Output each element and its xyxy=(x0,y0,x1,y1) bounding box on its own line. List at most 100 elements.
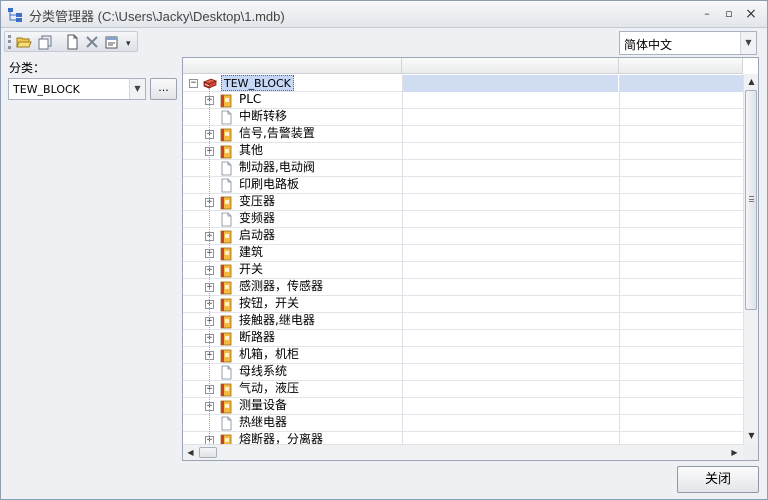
tree-cell: + 开关 xyxy=(183,262,402,279)
tree-cell-col2 xyxy=(402,330,618,347)
tree-row[interactable]: 制动器,电动阀 xyxy=(183,160,743,177)
language-select[interactable]: 简体中文 ▼ xyxy=(619,31,757,55)
tree-row[interactable]: 中断转移 xyxy=(183,109,743,126)
tree-row[interactable]: + 机箱，机柜 xyxy=(183,347,743,364)
folder-book-icon xyxy=(220,281,232,295)
close-window-button[interactable]: × xyxy=(742,6,760,22)
tree-cell-col3 xyxy=(619,313,743,330)
tree-cell: + PLC xyxy=(183,92,402,109)
tree-row[interactable]: + 按钮，开关 xyxy=(183,296,743,313)
tree-cell: + 建筑 xyxy=(183,245,402,262)
tree-cell: 热继电器 xyxy=(183,415,402,432)
folder-book-icon xyxy=(220,94,232,108)
tree-cell-col3 xyxy=(619,432,743,444)
tree-row[interactable]: + 变压器 xyxy=(183,194,743,211)
chevron-down-icon[interactable]: ▼ xyxy=(129,79,145,99)
scroll-up-arrow[interactable]: ▲ xyxy=(744,74,758,89)
folder-book-icon xyxy=(220,298,232,312)
scroll-right-arrow[interactable]: ▶ xyxy=(727,445,742,460)
tree-item-label: 变压器 xyxy=(239,194,276,208)
horizontal-scroll-thumb[interactable] xyxy=(199,447,217,458)
document-icon xyxy=(221,110,232,125)
tree-row[interactable]: + 感测器，传感器 xyxy=(183,279,743,296)
tree-cell-col3 xyxy=(619,143,743,160)
tree-row[interactable]: + 建筑 xyxy=(183,245,743,262)
tree-rows: − TEW_BLOCK + PLC 中断转移 + 信号,告警装置 + 其他 制动器,电动阀 印刷… xyxy=(183,75,743,444)
tree-root-row[interactable]: − TEW_BLOCK xyxy=(183,75,743,92)
toolbar-overflow-button[interactable]: ▾ xyxy=(126,39,131,49)
tree-cell-col2 xyxy=(402,279,618,296)
tree-cell: + 断路器 xyxy=(183,330,402,347)
tree-item-label: 断路器 xyxy=(239,330,276,344)
tree-cell-col3 xyxy=(619,364,743,381)
tree-cell-col2 xyxy=(402,228,618,245)
category-select[interactable]: TEW_BLOCK ▼ xyxy=(8,78,146,100)
tree-row[interactable]: + 启动器 xyxy=(183,228,743,245)
tree-item-label: 按钮，开关 xyxy=(239,296,300,310)
title-bar[interactable]: 分类管理器 (C:\Users\Jacky\Desktop\1.mdb) – ▫… xyxy=(1,1,767,28)
tree-row[interactable]: + 信号,告警装置 xyxy=(183,126,743,143)
folder-book-icon xyxy=(220,332,232,346)
properties-icon[interactable] xyxy=(103,34,121,50)
grip-icon xyxy=(749,196,754,202)
language-select-value: 简体中文 xyxy=(624,38,673,52)
grid-header xyxy=(183,58,743,74)
tree-row[interactable]: 印刷电路板 xyxy=(183,177,743,194)
tree-cell-col3 xyxy=(619,330,743,347)
column-header-2[interactable] xyxy=(402,58,619,74)
tree-item-label: 建筑 xyxy=(239,245,264,259)
category-manager-window: 分类管理器 (C:\Users\Jacky\Desktop\1.mdb) – ▫… xyxy=(0,0,768,500)
tree-row[interactable]: + 熔断器，分离器 xyxy=(183,432,743,444)
minimize-button[interactable]: – xyxy=(698,6,716,22)
delete-icon[interactable] xyxy=(83,34,101,50)
tree-cell-col2 xyxy=(402,126,618,143)
column-header-3[interactable] xyxy=(619,58,743,74)
tree-cell-col3 xyxy=(619,160,743,177)
tree-row[interactable]: + 气动，液压 xyxy=(183,381,743,398)
tree-item-label: 感测器，传感器 xyxy=(239,279,324,293)
tree-item-label: 测量设备 xyxy=(239,398,288,412)
collapse-toggle[interactable]: − xyxy=(189,79,198,88)
folder-book-icon xyxy=(220,145,232,159)
tree-row[interactable]: + 测量设备 xyxy=(183,398,743,415)
tree-row[interactable]: 变频器 xyxy=(183,211,743,228)
horizontal-scrollbar[interactable]: ◀ ▶ xyxy=(183,444,743,460)
maximize-button[interactable]: ▫ xyxy=(720,6,738,22)
tree-item-label: 启动器 xyxy=(239,228,276,242)
tree-row[interactable]: + 接触器,继电器 xyxy=(183,313,743,330)
open-folder-icon[interactable] xyxy=(15,34,33,50)
vertical-scrollbar[interactable]: ▲ ▼ xyxy=(743,74,758,444)
toolbar: ▾ xyxy=(4,31,138,52)
scroll-left-arrow[interactable]: ◀ xyxy=(183,445,198,460)
tree-item-label: 母线系统 xyxy=(239,364,288,378)
tree-cell-col2 xyxy=(402,75,618,92)
tree-row[interactable]: + PLC xyxy=(183,92,743,109)
scroll-down-arrow[interactable]: ▼ xyxy=(744,428,758,443)
folder-book-icon xyxy=(220,247,232,261)
column-header-name[interactable] xyxy=(183,58,402,74)
tree-item-label: PLC xyxy=(239,92,262,106)
tree-cell-col3 xyxy=(619,109,743,126)
new-document-icon[interactable] xyxy=(63,34,81,50)
tree-row[interactable]: 母线系统 xyxy=(183,364,743,381)
browse-button[interactable]: ... xyxy=(150,78,177,100)
tree-row[interactable]: + 开关 xyxy=(183,262,743,279)
tree-row[interactable]: + 断路器 xyxy=(183,330,743,347)
tree-cell-col3 xyxy=(619,347,743,364)
tree-cell-col2 xyxy=(402,347,618,364)
vertical-scroll-thumb[interactable] xyxy=(745,90,757,310)
close-button[interactable]: 关闭 xyxy=(677,466,759,493)
tree-cell: + 接触器,继电器 xyxy=(183,313,402,330)
folder-book-icon xyxy=(220,230,232,244)
category-label: 分类： xyxy=(9,61,46,75)
tree-cell-col2 xyxy=(402,160,618,177)
tree-row[interactable]: + 其他 xyxy=(183,143,743,160)
copy-icon[interactable] xyxy=(36,34,54,50)
tree-connector-line xyxy=(209,88,210,444)
tree-row[interactable]: 热继电器 xyxy=(183,415,743,432)
tree-cell-col3 xyxy=(619,228,743,245)
toolbar-grip[interactable] xyxy=(8,35,11,49)
tree-cell-col2 xyxy=(402,296,618,313)
tree-cell: − TEW_BLOCK xyxy=(183,75,402,92)
chevron-down-icon[interactable]: ▼ xyxy=(740,32,756,54)
